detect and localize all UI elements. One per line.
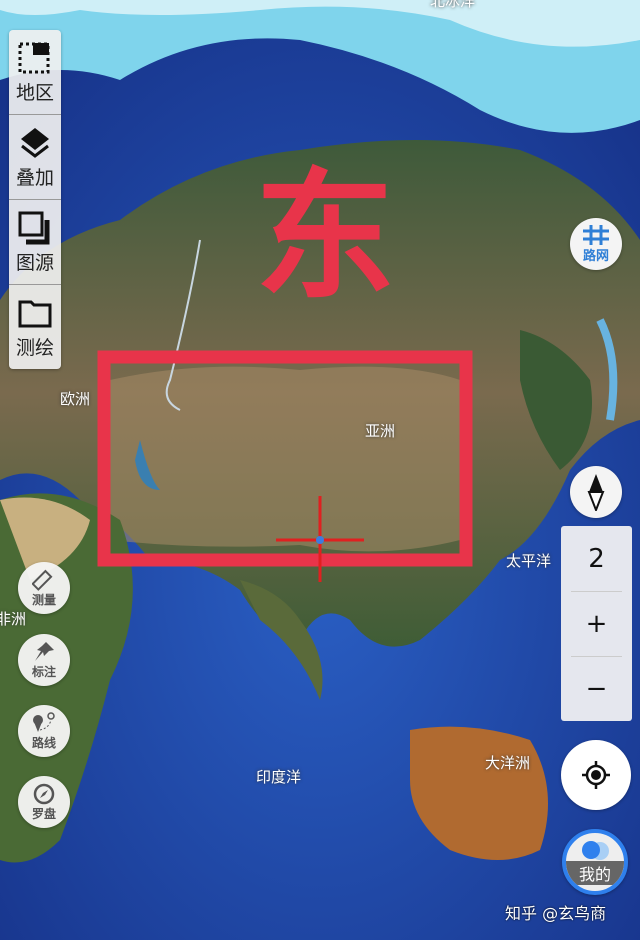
mark-button[interactable]: 标注 (18, 634, 70, 686)
pin-icon (35, 641, 54, 661)
compass-north-button[interactable] (570, 466, 622, 518)
satellite-map[interactable] (0, 0, 640, 940)
route-icon (33, 711, 55, 732)
road-network-button[interactable]: 路网 (570, 218, 622, 270)
folder-icon (18, 300, 52, 327)
watermark: 知乎 @玄鸟商 (505, 904, 607, 923)
label-arctic-ocean: 北冰洋 (430, 0, 476, 10)
label-africa: 非洲 (0, 610, 27, 628)
label-asia: 亚洲 (365, 422, 396, 440)
zoom-control: 2 + − (561, 526, 632, 721)
region-icon (18, 42, 50, 73)
compass-tool-button[interactable]: 罗盘 (18, 776, 70, 828)
locate-button[interactable] (561, 740, 631, 810)
ruler-icon (32, 569, 53, 591)
north-arrow-icon (587, 474, 605, 511)
measure-button[interactable]: 测量 (18, 562, 70, 614)
locate-icon (582, 761, 610, 789)
compass-icon (33, 783, 55, 804)
layer-panel: 地区 叠加 图源 测绘 (9, 30, 61, 369)
layers-icon (21, 127, 49, 158)
road-network-label: 路网 (582, 248, 609, 264)
zoom-level: 2 (588, 543, 605, 574)
road-network-icon (583, 224, 609, 245)
route-button[interactable]: 路线 (18, 705, 70, 757)
region-button[interactable]: 地区 (9, 30, 61, 115)
label-oceania: 大洋洲 (485, 754, 531, 772)
map-source-icon (18, 211, 50, 244)
label-europe: 欧洲 (60, 390, 91, 408)
annotation-east: 东 (255, 156, 396, 319)
my-button[interactable]: 我的 (562, 829, 628, 895)
survey-button[interactable]: 测绘 (9, 285, 61, 369)
map-source-button[interactable]: 图源 (9, 200, 61, 285)
label-indian-ocean: 印度洋 (256, 768, 302, 786)
overlay-button[interactable]: 叠加 (9, 115, 61, 200)
zoom-out-button[interactable]: − (561, 656, 632, 721)
zoom-in-button[interactable]: + (561, 591, 632, 656)
label-pacific: 太平洋 (506, 552, 552, 570)
my-label: 我的 (566, 861, 624, 885)
avatar-icon (582, 841, 609, 860)
